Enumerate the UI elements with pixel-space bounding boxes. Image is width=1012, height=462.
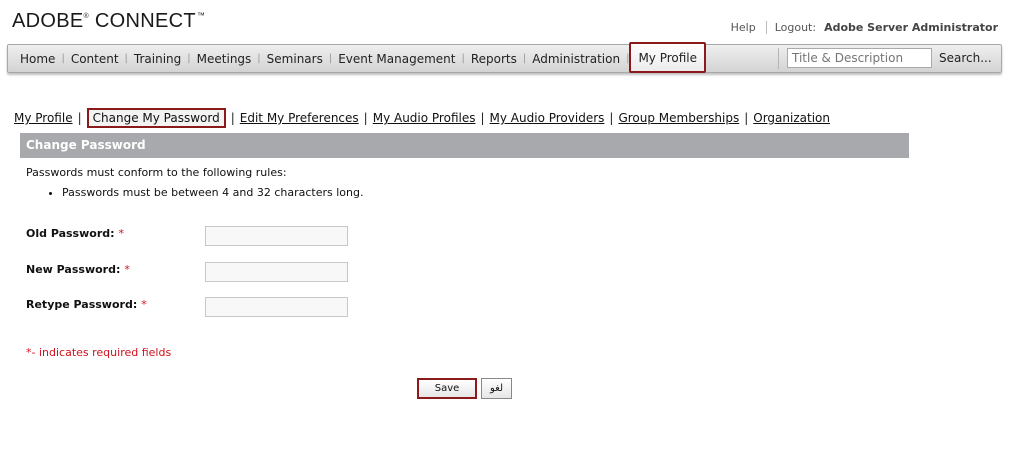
subnav-link-my-audio-providers[interactable]: My Audio Providers: [490, 111, 605, 125]
nav-item-my-profile[interactable]: My Profile: [629, 42, 707, 73]
old-password-field[interactable]: [205, 226, 348, 246]
subnav-separator: |: [77, 111, 82, 125]
required-asterisk: *: [141, 298, 147, 311]
subnav-link-change-my-password[interactable]: Change My Password: [86, 108, 226, 128]
logo-product: CONNECT: [89, 10, 196, 32]
nav-item-event-management[interactable]: Event Management: [332, 52, 461, 66]
subnav-link-my-audio-profiles[interactable]: My Audio Profiles: [373, 111, 476, 125]
main-nav-bar: Home | Content | Training | Meetings | Seminars |…: [7, 42, 1002, 73]
adobe-connect-logo: ADOBE® CONNECT™: [12, 10, 205, 33]
logo-brand: ADOBE: [12, 10, 84, 32]
retype-password-field[interactable]: [205, 297, 348, 317]
subnav-link-organization[interactable]: Organization: [753, 111, 830, 125]
nav-item-content[interactable]: Content: [65, 52, 125, 66]
password-rules-list: Passwords must be between 4 and 32 chara…: [26, 186, 363, 199]
required-asterisk: *: [124, 263, 130, 276]
nav-item-seminars[interactable]: Seminars: [261, 52, 329, 66]
cancel-button[interactable]: لغو: [481, 378, 512, 399]
new-password-field[interactable]: [205, 262, 348, 282]
old-password-label-text: Old Password:: [26, 227, 115, 240]
subnav-separator: |: [363, 111, 368, 125]
subnav-separator: |: [230, 111, 235, 125]
search-input[interactable]: [787, 48, 932, 68]
top-links: Help Logout: Adobe Server Administrator: [731, 21, 998, 34]
required-fields-note: *- indicates required fields: [26, 346, 172, 359]
profile-subnav: My Profile | Change My Password | Edit My Pr…: [14, 108, 830, 128]
retype-password-label: Retype Password: *: [26, 298, 147, 311]
retype-password-label-text: Retype Password:: [26, 298, 138, 311]
old-password-label: Old Password: *: [26, 227, 124, 240]
nav-item-meetings[interactable]: Meetings: [191, 52, 258, 66]
new-password-label: New Password: *: [26, 263, 130, 276]
logged-in-user: Adobe Server Administrator: [824, 21, 998, 34]
section-header: Change Password: [20, 133, 909, 158]
subnav-separator: |: [744, 111, 749, 125]
nav-item-training[interactable]: Training: [128, 52, 187, 66]
save-button[interactable]: Save: [417, 378, 477, 399]
subnav-link-edit-my-preferences[interactable]: Edit My Preferences: [240, 111, 359, 125]
nav-item-home[interactable]: Home: [14, 52, 61, 66]
nav-item-administration[interactable]: Administration: [526, 52, 626, 66]
required-asterisk: *: [118, 227, 125, 240]
logo-tm-mark: ™: [196, 11, 206, 20]
nav-item-reports[interactable]: Reports: [465, 52, 523, 66]
password-rules-intro: Passwords must conform to the following …: [26, 166, 287, 179]
subnav-separator: |: [480, 111, 485, 125]
subnav-link-my-profile[interactable]: My Profile: [14, 111, 73, 125]
help-link[interactable]: Help: [731, 21, 767, 34]
subnav-separator: |: [609, 111, 614, 125]
search-button[interactable]: Search...: [939, 51, 992, 65]
logout-link[interactable]: Logout:: [775, 21, 816, 34]
main-nav-items: Home | Content | Training | Meetings | Seminars |…: [14, 42, 707, 73]
nav-divider: [778, 48, 779, 69]
subnav-link-group-memberships[interactable]: Group Memberships: [618, 111, 739, 125]
new-password-label-text: New Password:: [26, 263, 121, 276]
password-rule-item: Passwords must be between 4 and 32 chara…: [62, 186, 363, 199]
